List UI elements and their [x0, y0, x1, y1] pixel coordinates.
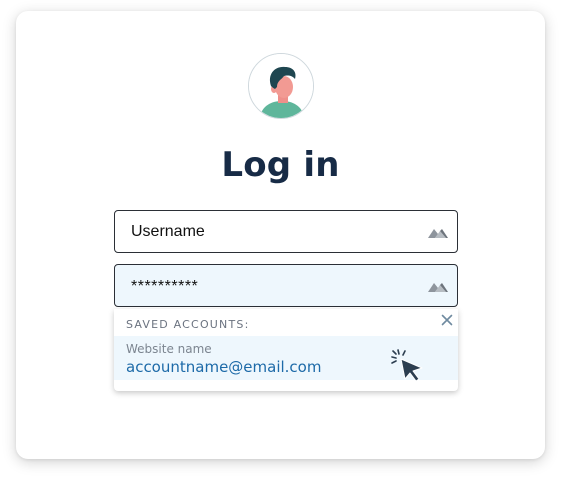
password-field[interactable]: **********: [114, 264, 458, 307]
close-icon[interactable]: [441, 314, 453, 326]
saved-account-site: Website name: [126, 342, 212, 356]
password-manager-key-icon[interactable]: [427, 225, 449, 239]
password-manager-key-icon[interactable]: [427, 279, 449, 293]
user-avatar-icon: [249, 54, 313, 118]
page-title: Log in: [221, 145, 340, 185]
username-input-value: Username: [131, 223, 205, 240]
password-input-value: **********: [131, 278, 199, 295]
pointer-cursor-click-icon: [391, 349, 423, 382]
page-background: Log in Username ********** SAVED ACCOUNT…: [0, 0, 561, 479]
saved-account-email: accountname@email.com: [126, 358, 322, 376]
saved-accounts-header: SAVED ACCOUNTS:: [126, 318, 250, 331]
username-field[interactable]: Username: [114, 210, 458, 253]
avatar: [248, 53, 314, 119]
